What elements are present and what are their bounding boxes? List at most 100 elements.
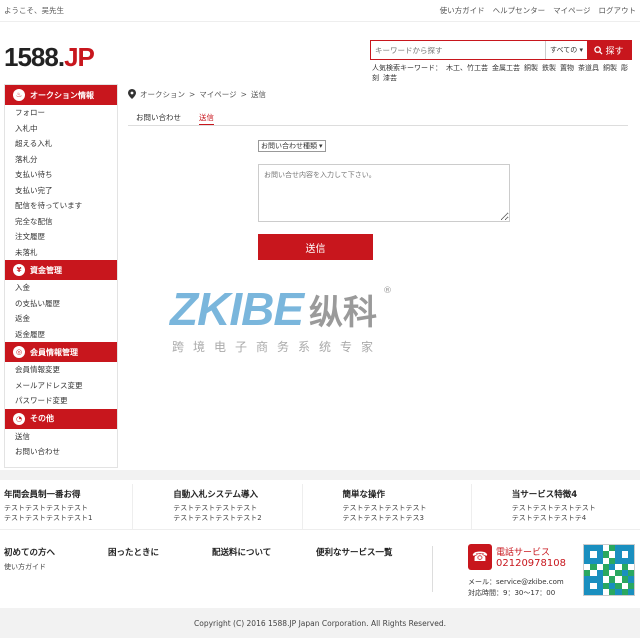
sidebar-item-bidding[interactable]: 入札中 bbox=[5, 121, 117, 137]
help-beginners-link[interactable]: 初めての方へ bbox=[4, 546, 55, 558]
sidebar-item-email-change[interactable]: メールアドレス変更 bbox=[5, 378, 117, 394]
help-center-link[interactable]: ヘルプセンター bbox=[493, 5, 546, 16]
search-input[interactable] bbox=[371, 41, 545, 59]
sidebar-section-title: その他 bbox=[30, 414, 54, 423]
feature-text: テストテストテストテスト2 bbox=[173, 514, 262, 522]
sidebar-item-deposit[interactable]: 入金 bbox=[5, 280, 117, 296]
hot-keyword[interactable]: 金属工芸 bbox=[492, 64, 520, 72]
sidebar-item-awaiting-payment[interactable]: 支払い待ち bbox=[5, 167, 117, 183]
search-category-value: すべての bbox=[550, 46, 578, 54]
registered-mark: ® bbox=[383, 286, 392, 296]
sidebar-item-delivered[interactable]: 完全な配信 bbox=[5, 214, 117, 230]
feature-text: テストテストテストテスト bbox=[342, 504, 427, 512]
sidebar-item-order-history[interactable]: 注文履歴 bbox=[5, 229, 117, 245]
sidebar-item-payment-history[interactable]: の支払い履歴 bbox=[5, 296, 117, 312]
inquiry-textarea[interactable] bbox=[258, 164, 510, 222]
search-button[interactable]: 探す bbox=[587, 41, 631, 59]
top-links: 使い方ガイド ヘルプセンター マイページ ログアウト bbox=[440, 5, 636, 16]
copyright-text: Copyright (C) 2016 1588.JP Japan Corpora… bbox=[194, 618, 446, 628]
auction-icon: ♨ bbox=[13, 89, 25, 101]
footer: Copyright (C) 2016 1588.JP Japan Corpora… bbox=[0, 608, 640, 638]
help-shipping-link[interactable]: 配送料について bbox=[212, 546, 271, 558]
mypage-link[interactable]: マイページ bbox=[553, 5, 590, 16]
sidebar-item-refund-history[interactable]: 返金履歴 bbox=[5, 327, 117, 343]
search-bar: すべての ▾ 探す bbox=[370, 40, 632, 60]
dropdown-arrow-icon: ▾ bbox=[319, 142, 323, 150]
breadcrumb-auction[interactable]: オークション bbox=[140, 89, 185, 100]
feature-title: 年間会員制一番お得 bbox=[4, 490, 81, 500]
site-logo[interactable]: 1588.JP bbox=[4, 42, 95, 73]
sidebar-item-outbid[interactable]: 超える入札 bbox=[5, 136, 117, 152]
hot-keyword[interactable]: 鉄製 bbox=[542, 64, 556, 72]
feature-item: 当サービス特徴4 テストテストテストテスト テストテストテストテ4 bbox=[472, 484, 640, 529]
breadcrumb-mypage[interactable]: マイページ bbox=[199, 89, 236, 100]
feature-item: 年間会員制一番お得 テストテストテストテスト テストテストテストテスト1 bbox=[0, 484, 134, 529]
sidebar-item-member-info[interactable]: 会員情報変更 bbox=[5, 362, 117, 378]
sidebar-item-send[interactable]: 送信 bbox=[5, 429, 117, 445]
tab-send[interactable]: 送信 bbox=[199, 108, 214, 125]
tab-bar: お問い合わせ 送信 bbox=[128, 108, 628, 126]
sidebar-item-won[interactable]: 落札分 bbox=[5, 152, 117, 168]
logo-accent-text: JP bbox=[64, 42, 95, 72]
hot-keyword[interactable]: 茶道具 bbox=[578, 64, 599, 72]
search-button-label: 探す bbox=[605, 46, 624, 57]
sidebar-item-follow[interactable]: フォロー bbox=[5, 105, 117, 121]
sidebar-section-title: オークション情報 bbox=[30, 90, 94, 100]
main-panel: オークション > マイページ > 送信 お問い合わせ 送信 お問い合わせ種類 ▾ … bbox=[128, 84, 628, 260]
send-button[interactable]: 送信 bbox=[258, 234, 373, 260]
logout-link[interactable]: ログアウト bbox=[599, 5, 637, 16]
yen-icon: ¥ bbox=[13, 264, 25, 276]
help-guide-link[interactable]: 使い方ガイド bbox=[4, 562, 46, 572]
search-icon bbox=[594, 45, 604, 55]
inquiry-form: お問い合わせ種類▾ 送信 bbox=[258, 140, 512, 260]
tab-contact[interactable]: お問い合わせ bbox=[136, 108, 181, 125]
dropdown-arrow-icon: ▾ bbox=[577, 46, 583, 54]
sidebar-section-auction: ♨ オークション情報 bbox=[5, 85, 117, 105]
hot-keyword[interactable]: 漆芸 bbox=[383, 74, 397, 82]
sidebar-item-paid[interactable]: 支払い完了 bbox=[5, 183, 117, 199]
search-category-select[interactable]: すべての ▾ bbox=[545, 41, 587, 59]
header: 1588.JP すべての ▾ 探す 人気検索キーワード：木工、竹工芸金属工芸銅製… bbox=[0, 22, 640, 84]
sidebar-section-title: 資金管理 bbox=[30, 265, 62, 275]
feature-text: テストテストテストテ4 bbox=[511, 514, 587, 522]
location-pin-icon bbox=[128, 89, 136, 99]
zkibe-watermark: ZKIBE 纵科 ® 跨境电子商务系统专家 bbox=[170, 282, 470, 362]
hot-keywords: 人気検索キーワード： 木工、竹工芸 金属工芸 銅製 鉄製 置物 茶道具 銅製 彫刻 漆芸 bbox=[372, 63, 634, 83]
divider bbox=[432, 546, 433, 592]
sidebar-section-member: ◎ 会員情報管理 bbox=[5, 342, 117, 362]
feature-item: 簡単な操作 テストテストテストテスト テストテストテストテス3 bbox=[303, 484, 472, 529]
other-icon: ◔ bbox=[13, 412, 25, 425]
sidebar-section-other: ◔ その他 bbox=[5, 408, 117, 429]
sidebar-item-contact[interactable]: お問い合わせ bbox=[5, 444, 117, 460]
sidebar-item-unsold[interactable]: 未落札 bbox=[5, 245, 117, 261]
phone-label: 電話サービス bbox=[496, 548, 551, 558]
features-row: 年間会員制一番お得 テストテストテストテスト テストテストテストテスト1 自動入… bbox=[0, 484, 640, 530]
feature-title: 当サービス特徴4 bbox=[511, 490, 578, 500]
contact-hours: 対応時間：9：30～17：00 bbox=[468, 589, 556, 597]
sidebar-item-refund[interactable]: 返金 bbox=[5, 311, 117, 327]
breadcrumb-separator: > bbox=[240, 89, 247, 99]
phone-service: ☎ 電話サービス 02120978108 bbox=[468, 544, 566, 570]
sidebar-item-password-change[interactable]: パスワード変更 bbox=[5, 393, 117, 409]
feature-item: 自動入札システム導入 テストテストテストテスト テストテストテストテスト2 bbox=[133, 484, 303, 529]
feature-text: テストテストテストテスト bbox=[173, 504, 258, 512]
help-bar: 初めての方へ 使い方ガイド 困ったときに 配送料について 便利なサービス一覧 ☎… bbox=[0, 540, 640, 604]
sidebar-item-awaiting-delivery[interactable]: 配信を待っています bbox=[5, 198, 117, 214]
hot-keyword[interactable]: 置物 bbox=[560, 64, 574, 72]
breadcrumb: オークション > マイページ > 送信 bbox=[128, 84, 628, 104]
feature-title: 簡単な操作 bbox=[342, 490, 386, 500]
help-trouble-link[interactable]: 困ったときに bbox=[108, 546, 159, 558]
hot-keyword[interactable]: 木工、竹工芸 bbox=[446, 64, 488, 72]
hot-keyword[interactable]: 銅製 bbox=[524, 64, 538, 72]
feature-text: テストテストテストテスト bbox=[511, 504, 596, 512]
breadcrumb-current: 送信 bbox=[250, 89, 266, 99]
inquiry-type-select[interactable]: お問い合わせ種類 ▾ bbox=[258, 140, 326, 152]
help-services-link[interactable]: 便利なサービス一覧 bbox=[316, 546, 393, 558]
qr-code-icon bbox=[583, 544, 635, 596]
feature-text: テストテストテストテスト bbox=[4, 504, 88, 512]
sidebar-section-funds: ¥ 資金管理 bbox=[5, 260, 117, 280]
sidebar-section-title: 会員情報管理 bbox=[30, 347, 78, 357]
content-area: ♨ オークション情報 フォロー 入札中 超える入札 落札分 支払い待ち 支払い完了… bbox=[0, 84, 640, 470]
hot-keyword[interactable]: 銅製 bbox=[603, 64, 617, 72]
guide-link[interactable]: 使い方ガイド bbox=[440, 5, 485, 16]
